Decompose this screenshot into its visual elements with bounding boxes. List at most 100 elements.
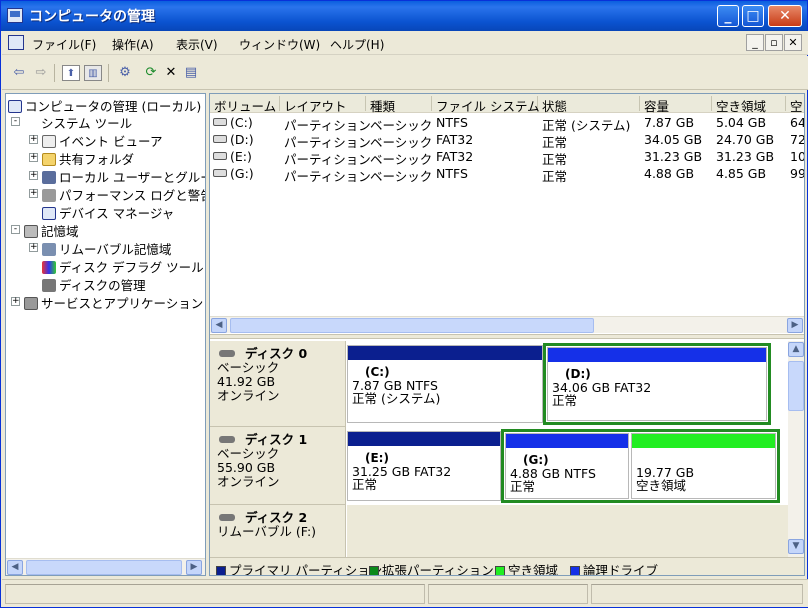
volume-row[interactable]: (C:) パーティション ベーシック NTFS 正常 (システム) 7.87 G… <box>210 114 804 133</box>
forward-icon[interactable]: ⇨ <box>32 65 50 81</box>
disk-0-name: ディスク 0 <box>217 347 345 361</box>
users-icon <box>42 171 56 184</box>
tree-horizontal-scrollbar[interactable]: ◀ ▶ <box>6 558 205 575</box>
tree-device-manager[interactable]: デバイス マネージャ <box>8 203 174 221</box>
volume-name: (G:) <box>230 166 254 181</box>
expand-icon[interactable]: + <box>11 297 20 306</box>
title-bar[interactable]: コンピュータの管理 _ □ ✕ <box>1 1 807 31</box>
column-volume[interactable]: ボリューム <box>210 96 280 114</box>
disk-0-state: オンライン <box>217 388 280 403</box>
menu-help[interactable]: ヘルプ(H) <box>330 36 384 53</box>
disk-2-type: リムーバブル (F:) <box>217 524 317 539</box>
column-layout[interactable]: レイアウト <box>280 96 366 114</box>
folder-icon <box>42 153 56 166</box>
scroll-up-icon[interactable]: ▲ <box>788 342 804 357</box>
disk-2-empty-area <box>347 505 788 557</box>
performance-icon <box>42 189 56 202</box>
free-cell: 31.23 GB <box>716 149 775 164</box>
status-cell: 正常 <box>542 169 568 184</box>
pane-splitter[interactable] <box>210 334 804 339</box>
partition-d[interactable]: (D:) 34.06 GB FAT32 正常 <box>547 347 767 421</box>
column-filesystem[interactable]: ファイル システム <box>432 96 540 114</box>
volume-list-horizontal-scrollbar[interactable]: ◀ ▶ <box>210 316 804 333</box>
tree-root[interactable]: コンピュータの管理 (ローカル) <box>8 96 201 114</box>
tree-perf-logs[interactable]: + パフォーマンス ログと警告 <box>8 185 205 203</box>
scroll-thumb[interactable] <box>788 361 804 411</box>
tree-storage[interactable]: - 記憶域 <box>8 221 79 239</box>
extended-swatch <box>369 566 379 575</box>
child-close-button[interactable]: ✕ <box>784 34 802 51</box>
layout-cell: パーティション <box>284 169 371 184</box>
column-percent-free[interactable]: 空 <box>786 96 804 114</box>
computer-management-window: コンピュータの管理 _ □ ✕ ファイル(F) 操作(A) 表示(V) ウィンド… <box>0 0 808 608</box>
scroll-thumb[interactable] <box>26 560 182 575</box>
scroll-thumb[interactable] <box>230 318 594 333</box>
menu-file[interactable]: ファイル(F) <box>32 36 96 53</box>
tree-shared-folders[interactable]: + 共有フォルダ <box>8 149 134 167</box>
child-restore-button[interactable]: ▫ <box>765 34 783 51</box>
tree-event-viewer[interactable]: + イベント ビューア <box>8 131 162 149</box>
logical-drive-bar <box>548 348 766 362</box>
expand-icon[interactable]: + <box>29 153 38 162</box>
scroll-left-icon[interactable]: ◀ <box>7 560 23 575</box>
refresh-icon[interactable]: ⟳ <box>142 65 160 81</box>
menu-window[interactable]: ウィンドウ(W) <box>239 36 320 53</box>
column-free-space[interactable]: 空き領域 <box>712 96 786 114</box>
help-icon[interactable]: ▤ <box>182 65 200 81</box>
show-hide-tree-icon[interactable]: ▥ <box>84 65 102 81</box>
collapse-icon[interactable]: - <box>11 225 20 234</box>
volume-row[interactable]: (E:) パーティション ベーシック FAT32 正常 31.23 GB 31.… <box>210 148 804 167</box>
disk-0-type: ベーシック <box>217 360 280 375</box>
disk-0-info[interactable]: ディスク 0 ベーシック 41.92 GB オンライン <box>210 341 346 427</box>
scroll-right-icon[interactable]: ▶ <box>186 560 202 575</box>
disk-1-state: オンライン <box>217 474 280 489</box>
disk-1-size: 55.90 GB <box>217 460 276 475</box>
legend-primary-label: プライマリ パーティション <box>229 563 383 576</box>
free-space-region[interactable]: 19.77 GB 空き領域 <box>631 433 776 499</box>
column-status[interactable]: 状態 <box>538 96 640 114</box>
scroll-down-icon[interactable]: ▼ <box>788 539 804 554</box>
maximize-button[interactable]: □ <box>742 5 764 27</box>
column-type[interactable]: 種類 <box>366 96 432 114</box>
partition-e[interactable]: (E:) 31.25 GB FAT32 正常 <box>347 431 501 501</box>
legend-extended-label: 拡張パーティション <box>382 563 494 576</box>
minimize-button[interactable]: _ <box>717 5 739 27</box>
volume-row[interactable]: (G:) パーティション ベーシック NTFS 正常 4.88 GB 4.85 … <box>210 165 804 184</box>
expand-icon[interactable]: + <box>29 171 38 180</box>
partition-c[interactable]: (C:) 7.87 GB NTFS 正常 (システム) <box>347 345 543 423</box>
menu-view[interactable]: 表示(V) <box>176 36 218 53</box>
disk-2-info[interactable]: ディスク 2 リムーバブル (F:) <box>210 505 346 557</box>
expand-icon[interactable]: + <box>29 189 38 198</box>
defrag-icon <box>42 261 56 274</box>
tree-defrag[interactable]: ディスク デフラグ ツール <box>8 257 204 275</box>
delete-icon[interactable]: ✕ <box>162 65 180 81</box>
primary-swatch <box>216 566 226 575</box>
close-button[interactable]: ✕ <box>768 5 802 27</box>
collapse-icon[interactable]: - <box>11 117 20 126</box>
tree-services-apps[interactable]: + サービスとアプリケーション <box>8 293 203 311</box>
document-icon[interactable] <box>8 35 24 50</box>
partition-g[interactable]: (G:) 4.88 GB NTFS 正常 <box>505 433 629 499</box>
tree-local-users[interactable]: + ローカル ユーザーとグルー <box>8 167 205 185</box>
column-capacity[interactable]: 容量 <box>640 96 712 114</box>
scroll-left-icon[interactable]: ◀ <box>211 318 227 333</box>
menu-action[interactable]: 操作(A) <box>112 36 154 53</box>
child-minimize-button[interactable]: _ <box>746 34 764 51</box>
expand-icon[interactable]: + <box>29 243 38 252</box>
status-bar <box>2 579 808 607</box>
volume-row[interactable]: (D:) パーティション ベーシック FAT32 正常 34.05 GB 24.… <box>210 131 804 150</box>
tree-removable-storage[interactable]: + リムーバブル記憶域 <box>8 239 171 257</box>
scroll-right-icon[interactable]: ▶ <box>787 318 803 333</box>
disk-view-vertical-scrollbar[interactable]: ▲ ▼ <box>788 341 804 557</box>
back-icon[interactable]: ⇦ <box>10 65 28 81</box>
properties-icon[interactable]: ⚙ <box>116 65 134 81</box>
device-manager-icon <box>42 207 56 220</box>
expand-icon[interactable]: + <box>29 135 38 144</box>
disk-1-info[interactable]: ディスク 1 ベーシック 55.90 GB オンライン <box>210 427 346 505</box>
status-segment <box>591 584 803 604</box>
free-space-text: 空き領域 <box>636 478 687 493</box>
drive-icon <box>213 169 227 177</box>
up-folder-icon[interactable]: ⬆ <box>62 65 80 81</box>
tree-disk-management[interactable]: ディスクの管理 <box>8 275 146 293</box>
tree-system-tools[interactable]: - システム ツール <box>8 113 132 131</box>
